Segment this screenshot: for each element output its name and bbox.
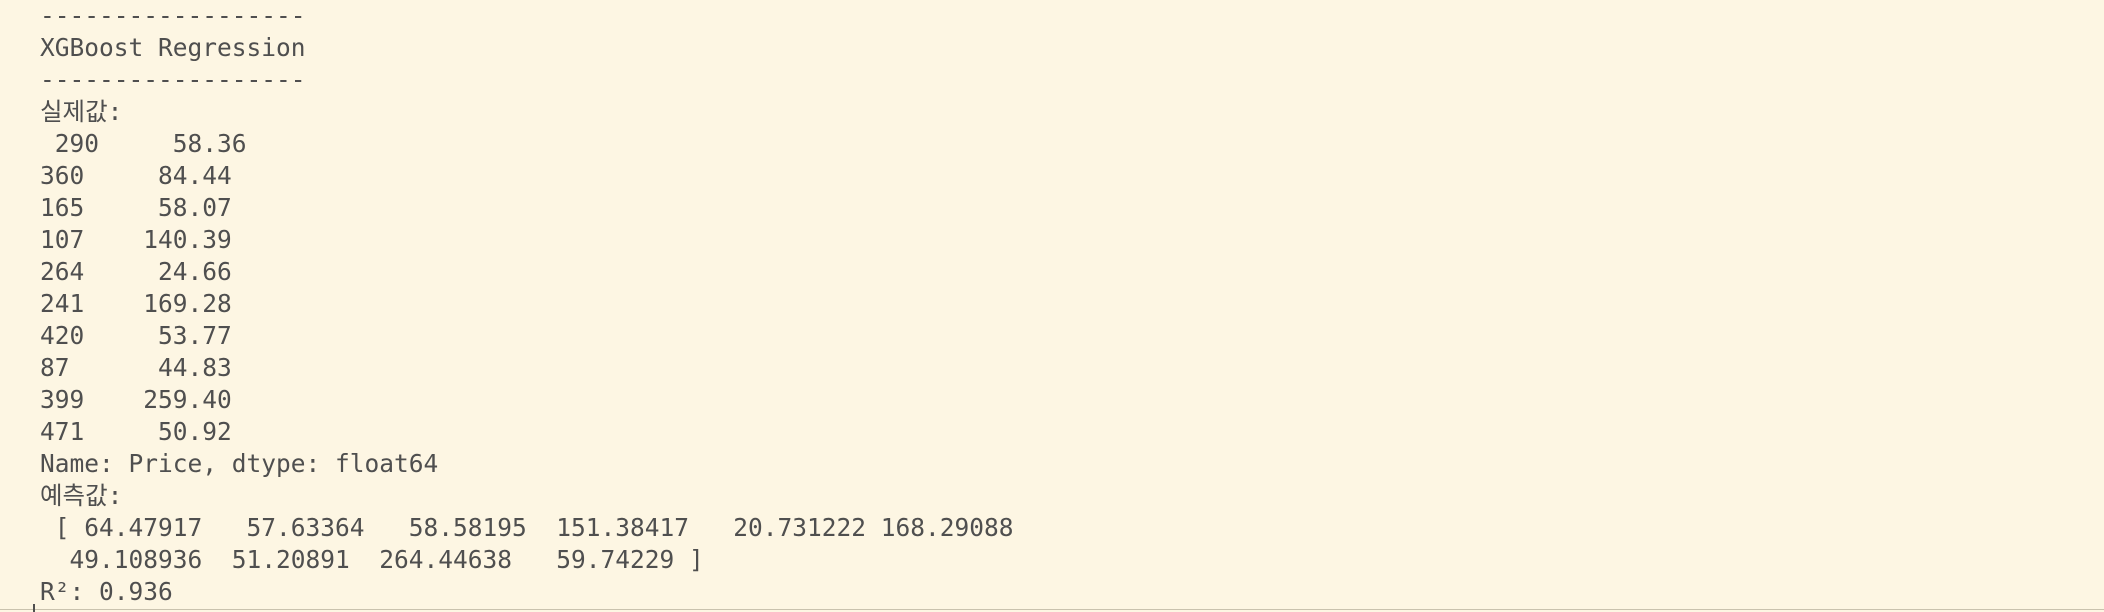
predicted-values-line: [ 64.47917 57.63364 58.58195 151.38417 2… [40, 513, 1014, 542]
actual-value-row: 471 50.92 [40, 417, 232, 446]
actual-value-row: 399 259.40 [40, 385, 232, 414]
text-cursor [33, 604, 35, 612]
r2-score: R²: 0.936 [40, 577, 173, 606]
actual-value-row: 420 53.77 [40, 321, 232, 350]
actual-value-row: 290 58.36 [40, 129, 247, 158]
predicted-values-line: 49.108936 51.20891 264.44638 59.74229 ] [40, 545, 704, 574]
actual-value-row: 165 58.07 [40, 193, 232, 222]
model-title: XGBoost Regression [40, 33, 306, 62]
output-bottom-border [0, 609, 2104, 610]
actual-value-row: 107 140.39 [40, 225, 232, 254]
separator-line: ------------------ [40, 1, 306, 30]
actual-value-row: 264 24.66 [40, 257, 232, 286]
actual-values-label: 실제값: [40, 97, 123, 126]
console-output: ------------------ XGBoost Regression --… [40, 0, 2080, 608]
series-info: Name: Price, dtype: float64 [40, 449, 439, 478]
actual-value-row: 87 44.83 [40, 353, 232, 382]
actual-value-row: 241 169.28 [40, 289, 232, 318]
predicted-values-label: 예측값: [40, 481, 123, 510]
separator-line: ------------------ [40, 65, 306, 94]
actual-value-row: 360 84.44 [40, 161, 232, 190]
